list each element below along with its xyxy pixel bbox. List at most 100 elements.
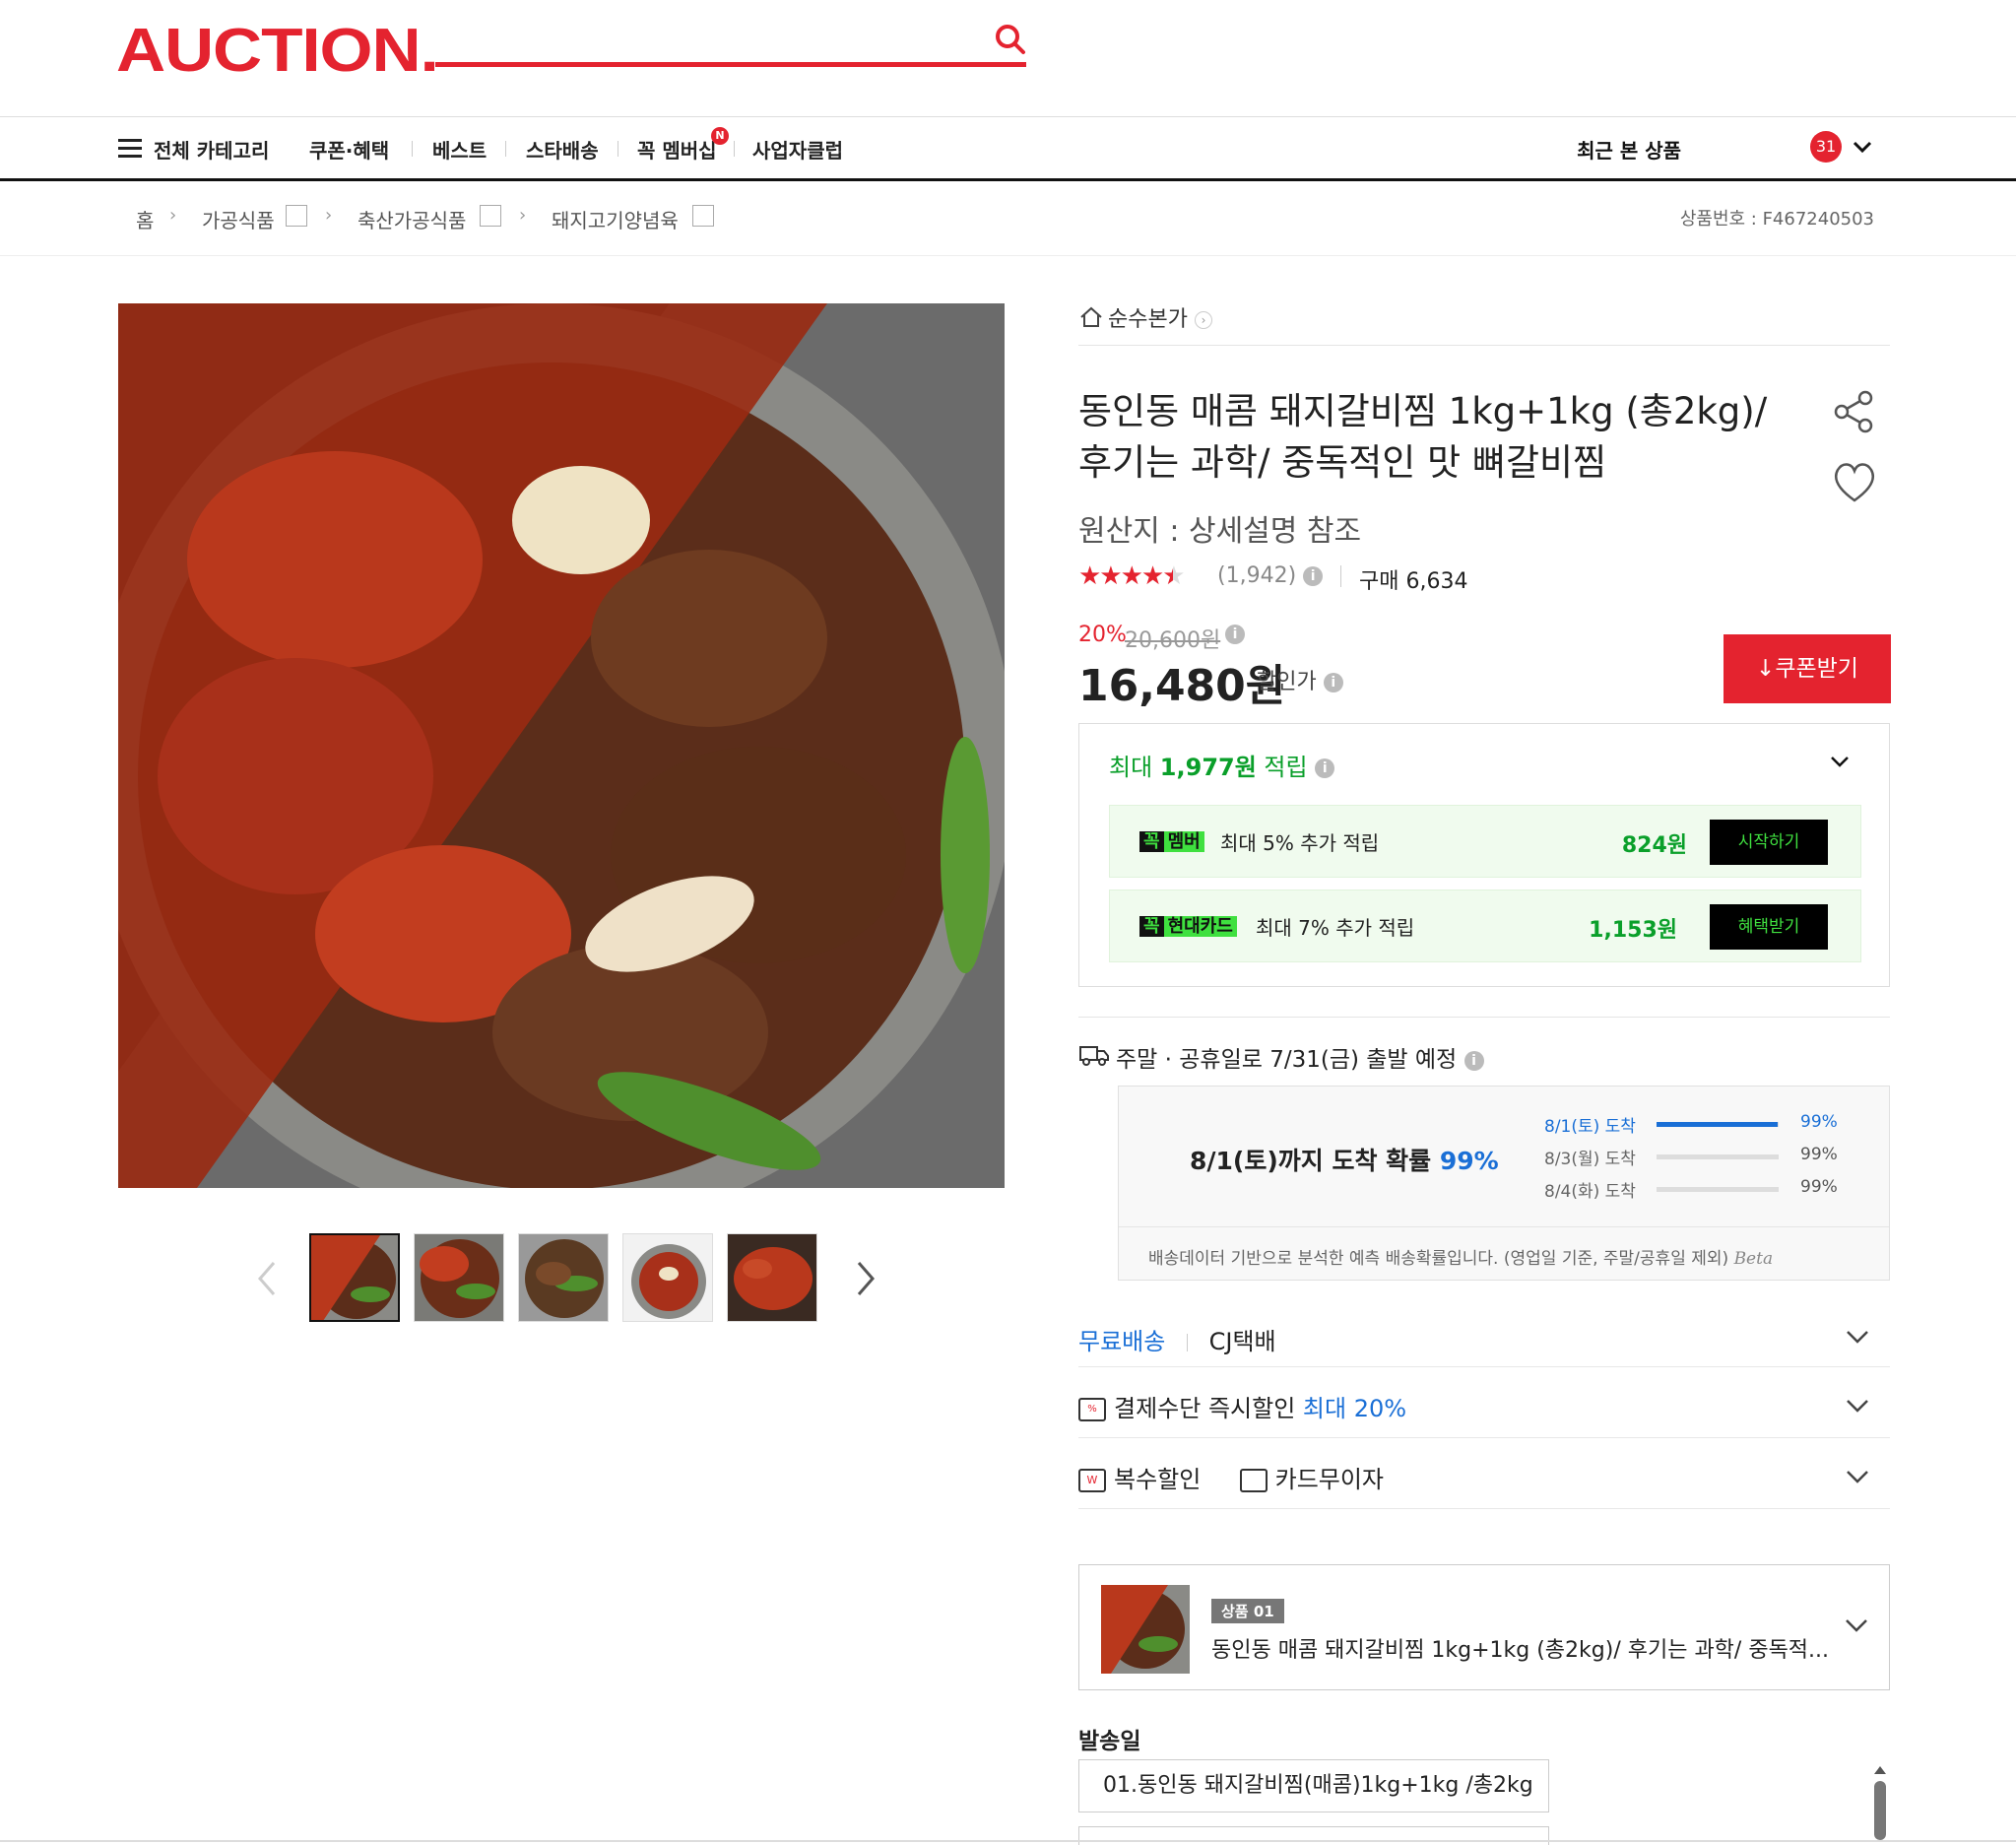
nav-item-star-delivery[interactable]: 스타배송 <box>526 135 599 164</box>
recent-count-badge: 31 <box>1810 131 1842 163</box>
selected-product[interactable]: 상품 01 동인동 매콤 돼지갈비찜 1kg+1kg (총2kg)/ 후기는 과… <box>1078 1564 1890 1690</box>
review-count[interactable]: (1,942) i <box>1217 563 1324 588</box>
reward-summary[interactable]: 최대 1,977원 적립 i <box>1109 748 1335 782</box>
home-icon <box>1080 306 1102 327</box>
truck-icon <box>1079 1046 1109 1066</box>
shipping-option-row[interactable]: 무료배송 CJ택배 <box>1078 1302 1890 1367</box>
sale-price-label: 할인가 i <box>1257 664 1343 695</box>
star-rating: ★★★★★ <box>1078 561 1186 591</box>
dropdown-toggle[interactable] <box>480 205 501 227</box>
product-thumbnail[interactable] <box>727 1233 817 1322</box>
shop-name: 순수본가 <box>1108 307 1188 332</box>
breadcrumb-level-2[interactable]: 축산가공식품 <box>358 205 466 233</box>
delivery-probability-panel: 8/1(토)까지 도착 확률 99% 8/1(토) 도착 99% 8/3(월) 도착… <box>1118 1086 1890 1281</box>
nav-item-business-club[interactable]: 사업자클럽 <box>752 135 843 164</box>
delivery-probability-value: 99% <box>1800 1145 1838 1164</box>
selected-product-badge: 상품 01 <box>1211 1599 1284 1623</box>
info-icon[interactable]: i <box>1463 1050 1484 1071</box>
global-nav: 전체 카테고리 쿠폰·혜택 베스트 스타배송 꼭 멤버십 N 사업자클럽 최근 … <box>0 116 2016 181</box>
auction-logo[interactable]: AUCTION. <box>116 16 439 86</box>
delivery-note: 배송데이터 기반으로 분석한 예측 배송확률입니다. (영업일 기준, 주말/공… <box>1148 1249 1774 1269</box>
product-thumbnail[interactable] <box>622 1233 713 1322</box>
chevron-down-icon[interactable] <box>1845 1397 1870 1415</box>
payment-discount-row[interactable]: % 결제수단 즉시할인 최대 20% <box>1078 1367 1890 1438</box>
free-shipping-label: 무료배송 <box>1078 1328 1166 1355</box>
delivery-probability-bar <box>1657 1122 1779 1127</box>
chevron-right-icon: › <box>1194 311 1212 329</box>
start-membership-button[interactable]: 시작하기 <box>1710 820 1828 865</box>
nav-item-membership[interactable]: 꼭 멤버십 <box>637 135 717 164</box>
info-icon[interactable]: i <box>1225 625 1245 644</box>
multi-discount-icon: W <box>1078 1469 1106 1492</box>
carrier-label: CJ택배 <box>1208 1328 1276 1355</box>
info-icon[interactable]: i <box>1315 758 1335 778</box>
delivery-probability-fill <box>1657 1122 1778 1127</box>
scroll-up-arrow[interactable] <box>1873 1765 1887 1775</box>
payment-discount-icon: % <box>1078 1398 1106 1421</box>
product-title-line-2: 후기는 과학/ 중독적인 맛 뼈갈비찜 <box>1078 441 1607 484</box>
nav-item-coupon[interactable]: 쿠폰·혜택 <box>309 135 389 164</box>
reward-text: 최대 5% 추가 적립 <box>1220 831 1380 855</box>
info-icon[interactable]: i <box>1303 566 1324 586</box>
ship-date-option[interactable] <box>1078 1826 1549 1845</box>
get-benefit-button[interactable]: 혜택받기 <box>1710 904 1828 950</box>
new-badge: N <box>711 127 729 145</box>
product-thumbnail[interactable] <box>518 1233 609 1322</box>
scrollbar-thumb[interactable] <box>1874 1781 1886 1840</box>
delivery-date-label: 8/1(토) 도착 <box>1544 1117 1636 1137</box>
share-icon[interactable] <box>1830 388 1877 435</box>
delivery-probability: 8/1(토)까지 도착 확률 99% <box>1190 1147 1499 1175</box>
info-icon[interactable]: i <box>1323 673 1343 692</box>
selected-product-thumbnail <box>1101 1585 1190 1674</box>
reward-text: 최대 7% 추가 적립 <box>1256 916 1415 940</box>
thumbnail-next-button[interactable] <box>853 1259 878 1298</box>
delivery-date-label: 8/4(화) 도착 <box>1544 1182 1636 1202</box>
breadcrumb-home[interactable]: 홈 <box>136 205 154 233</box>
chevron-down-icon[interactable] <box>1844 1616 1869 1634</box>
membership-tag: 꼭 멤버 <box>1139 827 1204 853</box>
all-categories-button[interactable]: 전체 카테고리 <box>154 135 269 164</box>
reward-amount: 824원 <box>1621 833 1687 858</box>
discount-rate: 20% <box>1078 623 1127 647</box>
product-main-image[interactable] <box>118 303 1005 1188</box>
shipping-option: 무료배송 CJ택배 <box>1078 1322 1276 1356</box>
coupon-download-button[interactable]: ↓쿠폰받기 <box>1723 634 1891 703</box>
download-icon: ↓ <box>1756 656 1776 682</box>
sale-price: 16,480원 <box>1078 661 1286 711</box>
product-thumbnail[interactable] <box>414 1233 504 1322</box>
breadcrumb-level-1[interactable]: 가공식품 <box>202 205 275 233</box>
heart-icon[interactable] <box>1830 459 1879 504</box>
chevron-down-icon[interactable] <box>1852 136 1873 158</box>
purchase-count: 구매 6,634 <box>1359 569 1468 594</box>
reward-panel: 최대 1,977원 적립 i 꼭 멤버 최대 5% 추가 적립 824원 시작하기… <box>1078 723 1890 987</box>
breadcrumb: 홈 › 가공식품 › 축산가공식품 › 돼지고기양념육 상품번호 : F4672… <box>0 181 2016 256</box>
delivery-probability-value: 99% <box>1800 1177 1838 1197</box>
delivery-probability-bar <box>1657 1154 1779 1159</box>
product-title: 동인동 매콤 돼지갈비찜 1kg+1kg (총2kg)/ 후기는 과학/ 중독적… <box>1078 386 1788 489</box>
search-icon[interactable] <box>993 22 1028 57</box>
chevron-down-icon[interactable] <box>1845 1328 1870 1346</box>
discount-installment: W 복수할인 카드무이자 <box>1078 1460 1384 1494</box>
menu-icon[interactable] <box>118 139 142 159</box>
product-thumbnail[interactable] <box>309 1233 400 1322</box>
recent-items-button[interactable]: 최근 본 상품 <box>1577 135 1681 164</box>
reward-amount: 1,153원 <box>1589 918 1677 943</box>
nav-item-best[interactable]: 베스트 <box>432 135 487 164</box>
search-input[interactable] <box>435 62 1026 67</box>
thumbnail-prev-button[interactable] <box>254 1259 280 1298</box>
chevron-down-icon[interactable] <box>1828 752 1852 771</box>
ship-date-option[interactable]: 01.동인동 돼지갈비찜(매콤)1kg+1kg /총2kg <box>1078 1759 1549 1812</box>
item-number: 상품번호 : F467240503 <box>1679 209 1874 230</box>
site-header: AUCTION. <box>0 0 2016 116</box>
beta-label: Beta <box>1733 1249 1774 1269</box>
reward-row-card: 꼭 현대카드 최대 7% 추가 적립 1,153원 혜택받기 <box>1109 890 1861 962</box>
dropdown-toggle[interactable] <box>692 205 714 227</box>
shop-link[interactable]: 순수본가 › <box>1078 301 1212 333</box>
discount-installment-row[interactable]: W 복수할인 카드무이자 <box>1078 1438 1890 1509</box>
delivery-probability-value: 99% <box>1800 1112 1838 1132</box>
breadcrumb-level-3[interactable]: 돼지고기양념육 <box>552 205 679 233</box>
origin-info: 원산지 : 상세설명 참조 <box>1078 514 1362 549</box>
chevron-down-icon[interactable] <box>1845 1468 1870 1485</box>
dropdown-toggle[interactable] <box>286 205 307 227</box>
shipping-schedule: 주말 · 공휴일로 7/31(금) 출발 예정 i <box>1116 1040 1484 1074</box>
